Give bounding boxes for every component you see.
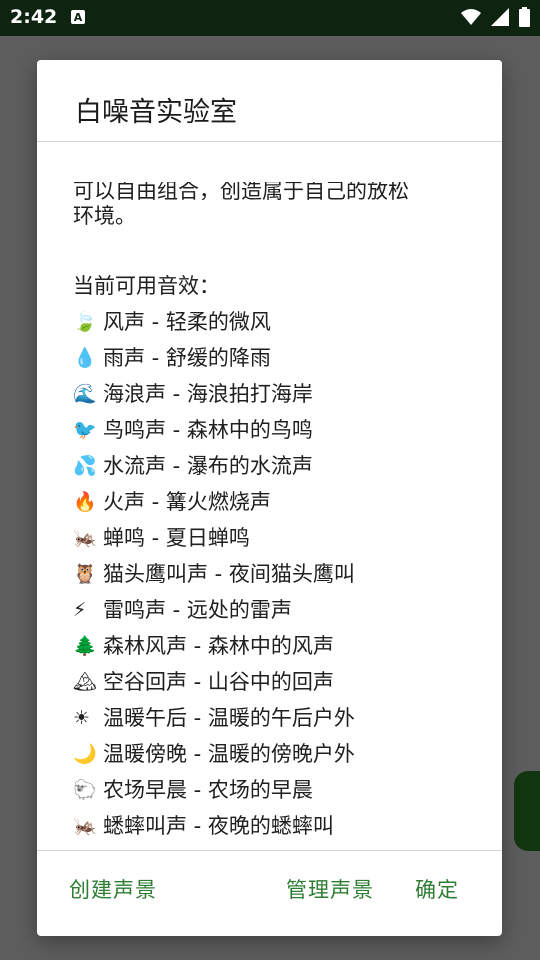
sound-list-item: 🦗 蟋蟀叫声 - 夜晚的蟋蟀叫: [73, 808, 478, 844]
owl-icon: 🦉: [73, 563, 97, 585]
mountain-icon: 🏔: [73, 671, 98, 693]
lightning-icon: ⚡: [73, 599, 87, 621]
sound-list-item: 🏔 空谷回声 - 山谷中的回声: [73, 664, 478, 700]
sound-list-item: ☀ 温暖午后 - 温暖的午后户外: [73, 700, 478, 736]
sound-label: 温暖午后 - 温暖的午后户外: [103, 706, 355, 730]
sound-label: 温暖傍晚 - 温暖的傍晚户外: [103, 742, 355, 766]
status-bar: 2:42 A: [0, 0, 540, 36]
confirm-button[interactable]: 确定: [415, 874, 459, 904]
signal-icon: [491, 8, 509, 26]
sound-label: 猫头鹰叫声 - 夜间猫头鹰叫: [103, 562, 355, 586]
sound-list-item: 🍃 风声 - 轻柔的微风: [73, 304, 478, 340]
status-icons: [461, 7, 530, 27]
sound-list-item: 💦 水流声 - 瀑布的水流声: [73, 448, 478, 484]
sound-list-item: 💧 雨声 - 舒缓的降雨: [73, 340, 478, 376]
sound-label: 水流声 - 瀑布的水流声: [103, 454, 313, 478]
title-divider-line: [37, 141, 502, 142]
actions-divider: [37, 850, 502, 851]
sound-list-item: ⚡ 雷鸣声 - 远处的雷声: [73, 592, 478, 628]
sound-label: 海浪声 - 海浪拍打海岸: [103, 382, 313, 406]
sound-list-item: 🐑 农场早晨 - 农场的早晨: [73, 772, 478, 808]
moon-icon: 🌙: [73, 743, 97, 765]
sound-label: 农场早晨 - 农场的早晨: [103, 778, 313, 802]
wifi-icon: [461, 9, 481, 25]
sound-list-item: 🦉 猫头鹰叫声 - 夜间猫头鹰叫: [73, 556, 478, 592]
droplet-icon: 💧: [73, 347, 97, 369]
sound-label: 风声 - 轻柔的微风: [103, 310, 271, 334]
sound-list-item: 🦗 蝉鸣 - 夏日蝉鸣: [73, 520, 478, 556]
wave-icon: 🌊: [73, 383, 97, 405]
sun-icon: ☀: [73, 707, 91, 729]
background-fab: [514, 771, 540, 851]
dialog-title-overlay: 白噪音实验室: [75, 97, 237, 128]
sound-label: 蝉鸣 - 夏日蝉鸣: [103, 526, 250, 550]
create-soundscape-button[interactable]: 创建声景: [69, 874, 157, 904]
sound-list: 🍃 风声 - 轻柔的微风 💧 雨声 - 舒缓的降雨 🌊 海浪声 - 海浪拍打海岸 🐦 鸟鸣声 …: [73, 304, 478, 850]
sound-label: 森林风声 - 森林中的风声: [103, 634, 334, 658]
status-time: 2:42: [10, 6, 58, 28]
battery-icon: [519, 7, 530, 27]
manage-soundscape-button[interactable]: 管理声景: [286, 874, 374, 904]
dialog-actions: 创建声景 管理声景 确定: [37, 852, 502, 936]
sound-label: 蟋蟀叫声 - 夜晚的蟋蟀叫: [103, 814, 334, 838]
list-heading: 当前可用音效：: [73, 274, 220, 298]
tree-icon: 🌲: [73, 635, 97, 657]
bird-icon: 🐦: [73, 419, 97, 441]
leaf-icon: 🍃: [73, 311, 97, 333]
notification-icon: A: [71, 10, 85, 24]
fire-icon: 🔥: [73, 491, 97, 513]
cricket-icon: 🦗: [73, 527, 97, 549]
dialog-scroll-content[interactable]: 可以自由组合，创造属于自己的放松 环境。 当前可用音效： 🍃 风声 - 轻柔的微风…: [73, 120, 478, 850]
sheep-icon: 🐑: [73, 779, 97, 801]
sound-label: 雨声 - 舒缓的降雨: [103, 346, 271, 370]
sound-list-item: 🔥 火声 - 篝火燃烧声: [73, 484, 478, 520]
intro-text: 环境。: [73, 204, 136, 228]
sound-label: 鸟鸣声 - 森林中的鸟鸣: [103, 418, 313, 442]
sound-label: 空谷回声 - 山谷中的回声: [103, 670, 334, 694]
white-noise-dialog: 白噪音实验室 可以自由组合，创造属于自己的放松 环境。 当前可用音效： 🍃风声 …: [37, 60, 502, 936]
sound-list-item: 🌊 海浪声 - 海浪拍打海岸: [73, 376, 478, 412]
splash-icon: 💦: [73, 455, 97, 477]
sound-label: 火声 - 篝火燃烧声: [103, 490, 271, 514]
sound-label: 雷鸣声 - 远处的雷声: [103, 598, 292, 622]
sound-list-item: 🌙 温暖傍晚 - 温暖的傍晚户外: [73, 736, 478, 772]
sound-list-item: 🌲 森林风声 - 森林中的风声: [73, 628, 478, 664]
sound-list-item: 🐦 鸟鸣声 - 森林中的鸟鸣: [73, 412, 478, 448]
cricket-icon: 🦗: [73, 815, 97, 837]
